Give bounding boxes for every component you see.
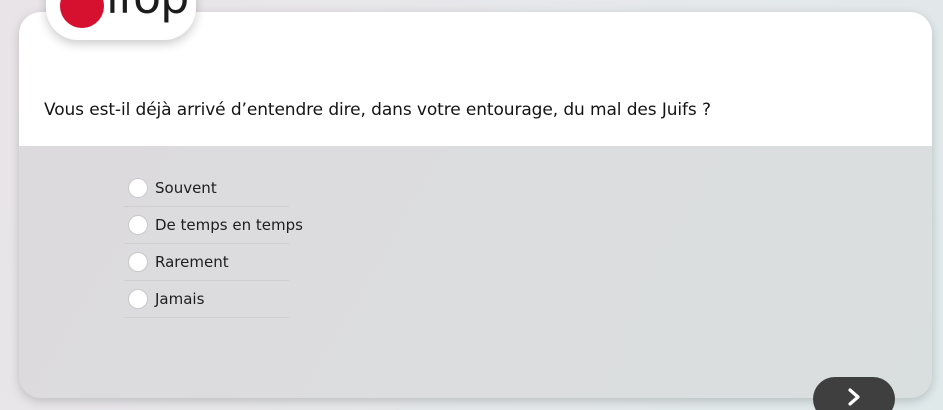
option-rarement[interactable]: Rarement	[124, 244, 289, 281]
radio-button[interactable]	[128, 252, 148, 272]
radio-button[interactable]	[128, 289, 148, 309]
answer-options: Souvent De temps en temps Rarement Jamai…	[124, 170, 303, 318]
option-de-temps-en-temps[interactable]: De temps en temps	[124, 207, 303, 244]
next-button[interactable]	[813, 377, 895, 410]
radio-button[interactable]	[128, 178, 148, 198]
chevron-right-icon	[848, 388, 860, 406]
option-label: Souvent	[155, 179, 217, 197]
option-souvent[interactable]: Souvent	[124, 170, 289, 207]
option-jamais[interactable]: Jamais	[124, 281, 289, 318]
option-label: Jamais	[155, 290, 205, 308]
question-text: Vous est-il déjà arrivé d’entendre dire,…	[44, 100, 711, 120]
logo-text: ifop	[106, 0, 189, 20]
logo-mark	[60, 0, 104, 28]
survey-card: Vous est-il déjà arrivé d’entendre dire,…	[19, 12, 932, 398]
radio-button[interactable]	[128, 215, 148, 235]
option-label: De temps en temps	[155, 216, 303, 234]
option-label: Rarement	[155, 253, 229, 271]
logo: ifop	[46, 0, 196, 40]
